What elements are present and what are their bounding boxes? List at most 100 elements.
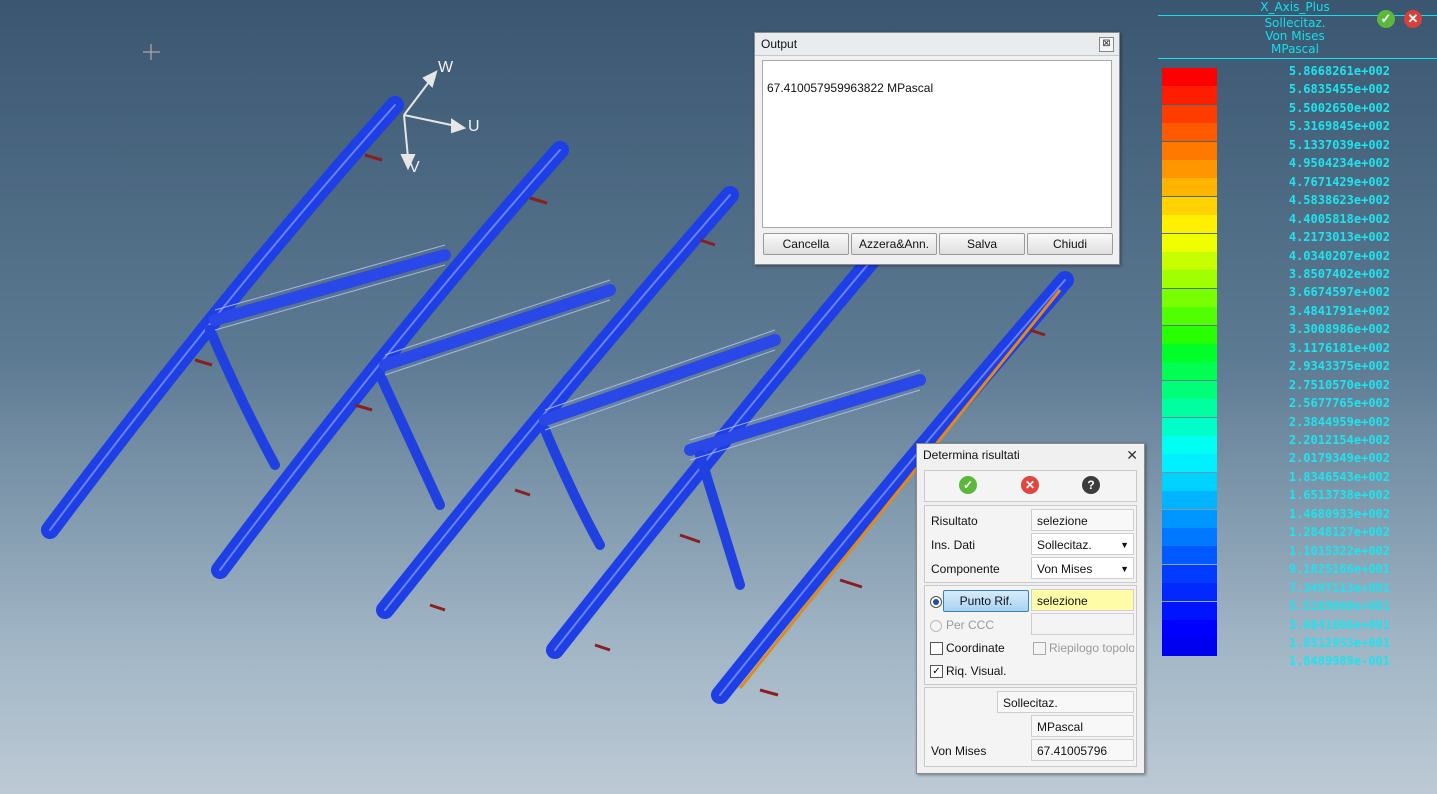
cancella-button[interactable]: Cancella (763, 233, 849, 255)
coordinate-label: Coordinate (946, 641, 1005, 655)
diagonal-braces (205, 325, 745, 590)
legend-value: 5.5169060e+001 (1288, 599, 1390, 614)
legend-color-swatch (1162, 472, 1217, 491)
dialog-close-icon[interactable]: ✕ (1126, 444, 1138, 466)
riepilogo-label: Riepilogo topolo (1049, 641, 1134, 655)
output-title: Output (761, 37, 798, 51)
punto-rif-field[interactable]: selezione (1031, 589, 1134, 611)
per-ccc-radio[interactable] (930, 620, 942, 632)
legend-value: 5.6835455e+002 (1288, 82, 1390, 97)
result-type-field: Sollecitaz. (997, 691, 1134, 713)
legend-value: 4.7671429e+002 (1288, 174, 1390, 189)
riq-visual-label: Riq. Visual. (946, 664, 1007, 678)
chevron-down-icon: ▼ (1120, 564, 1129, 574)
fem-3d-viewport[interactable]: W U V (0, 0, 1437, 794)
legend-value: 2.7510570e+002 (1288, 377, 1390, 392)
legend-color-swatch (1162, 564, 1217, 583)
output-text: 67.410057959963822 MPascal (767, 81, 934, 95)
legend-color-swatch (1162, 307, 1217, 326)
chevron-down-icon: ▼ (1120, 540, 1129, 550)
legend-color-swatch (1162, 178, 1217, 197)
legend-color-swatch (1162, 344, 1217, 362)
output-text-area[interactable]: 67.410057959963822 MPascal (762, 60, 1112, 228)
risultato-field[interactable]: selezione (1031, 509, 1134, 531)
legend-value: 1.8489989e-001 (1288, 654, 1390, 669)
azzera-button[interactable]: Azzera&Ann. (851, 233, 937, 255)
insdati-value: Sollecitaz. (1037, 538, 1092, 552)
legend-value: 5.3169845e+002 (1288, 119, 1390, 134)
legend-value: 1.1015322e+002 (1288, 543, 1390, 558)
legend-color-swatch (1162, 325, 1217, 344)
vonmises-value-field[interactable]: 67.41005796 (1031, 739, 1134, 761)
riq-visual-checkbox[interactable]: ✓ (930, 665, 943, 678)
legend-color-swatch (1162, 583, 1217, 602)
legend-color-swatch (1162, 399, 1217, 418)
componente-label: Componente (931, 562, 1000, 576)
legend-value: 3.1176181e+002 (1288, 340, 1390, 355)
salva-button[interactable]: Salva (939, 233, 1025, 255)
crosshair-cursor (143, 44, 160, 60)
chiudi-button[interactable]: Chiudi (1027, 233, 1113, 255)
per-ccc-label: Per CCC (946, 618, 995, 632)
axis-v-label: V (409, 159, 420, 176)
legend-value: 9.1825166e+001 (1288, 562, 1390, 577)
legend-color-swatch (1162, 436, 1217, 454)
legend-color-swatch (1162, 252, 1217, 270)
legend-color-swatch (1162, 546, 1217, 565)
legend-value: 2.2012154e+002 (1288, 433, 1390, 447)
legend-value: 3.8507402e+002 (1288, 266, 1390, 281)
output-titlebar[interactable]: Output ⊠ (755, 33, 1119, 56)
cross-beam (684, 374, 926, 456)
dialog-title: Determina risultati (923, 448, 1020, 462)
dialog-action-bar: ✓ ✕ ? (924, 470, 1137, 502)
legend-color-swatch (1162, 620, 1217, 638)
legend-value: 1.4680933e+002 (1288, 506, 1390, 521)
punto-rif-button[interactable]: Punto Rif. (943, 590, 1029, 612)
punto-rif-radio[interactable] (930, 596, 942, 608)
radio-dot-icon (933, 599, 939, 605)
legend-color-swatch (1162, 491, 1217, 510)
output-close-icon[interactable]: ⊠ (1099, 37, 1114, 52)
legend-ok-icon[interactable]: ✓ (1377, 10, 1395, 28)
legend-value: 1.8346543e+002 (1288, 469, 1390, 484)
legend-color-swatch (1162, 380, 1217, 399)
determina-risultati-dialog: Determina risultati ✕ ✓ ✕ ? Risultato se… (916, 443, 1145, 774)
coordinate-checkbox[interactable] (930, 642, 943, 655)
insdati-label: Ins. Dati (931, 538, 976, 552)
legend-value: 1.2848127e+002 (1288, 525, 1390, 540)
legend-value: 4.0340207e+002 (1288, 248, 1390, 263)
legend-value: 4.2173013e+002 (1288, 230, 1390, 245)
legend-color-swatch (1162, 638, 1217, 657)
insdati-select[interactable]: Sollecitaz. ▼ (1031, 533, 1134, 555)
per-ccc-field[interactable] (1031, 613, 1134, 635)
legend-title: X_Axis_Plus (1260, 0, 1330, 14)
legend-value: 7.3497113e+001 (1288, 580, 1390, 595)
legend-value: 2.5677765e+002 (1288, 396, 1390, 411)
legend-component: Von Mises (1265, 29, 1325, 43)
legend-bottom-line (1158, 58, 1437, 59)
checkmark-icon: ✓ (932, 666, 941, 677)
legend-value: 4.5838623e+002 (1288, 193, 1390, 208)
legend-color-swatch (1162, 104, 1217, 123)
legend-close-icon[interactable]: ✕ (1404, 10, 1422, 28)
legend-value: 2.3844959e+002 (1288, 414, 1390, 429)
result-output-group: Sollecitaz. MPascal Von Mises 67.4100579… (924, 687, 1137, 767)
legend-value: 1.8512953e+001 (1288, 635, 1390, 650)
cancel-icon[interactable]: ✕ (1021, 476, 1039, 494)
legend-value: 3.4841791e+002 (1288, 303, 1390, 318)
confirm-icon[interactable]: ✓ (959, 476, 977, 494)
legend-value: 3.3008986e+002 (1288, 322, 1390, 337)
axis-u-label: U (468, 118, 480, 135)
dialog-titlebar[interactable]: Determina risultati ✕ (917, 444, 1144, 466)
legend-unit: MPascal (1271, 42, 1319, 56)
legend-color-swatch (1162, 196, 1217, 215)
legend-color-swatch (1162, 528, 1217, 546)
legend-color-swatch (1162, 215, 1217, 234)
axis-w-label: W (438, 59, 454, 76)
riepilogo-checkbox[interactable] (1033, 642, 1046, 655)
legend-color-swatch (1162, 601, 1217, 620)
legend-color-swatch (1162, 509, 1217, 528)
help-icon[interactable]: ? (1082, 476, 1100, 494)
axis-triad (400, 70, 467, 171)
componente-select[interactable]: Von Mises ▼ (1031, 557, 1134, 579)
